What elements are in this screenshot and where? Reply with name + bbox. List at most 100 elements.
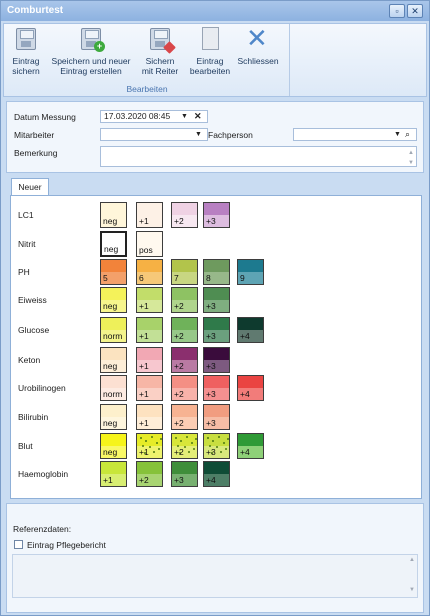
dropdown-arrow-icon[interactable]: ▼ (181, 111, 188, 122)
swatch-label: 9 (240, 273, 245, 283)
swatch-label: +1 (139, 361, 149, 371)
swatch-label: +2 (174, 361, 184, 371)
datum-label: Datum Messung (14, 112, 76, 122)
swatch-label: +4 (206, 475, 216, 485)
color-swatch[interactable]: +1 (136, 433, 163, 459)
scroll-down-icon[interactable]: ▼ (409, 587, 415, 593)
color-swatch[interactable]: 9 (237, 259, 264, 285)
close-x-icon: ✕ (246, 23, 268, 53)
color-swatch[interactable]: +2 (171, 347, 198, 373)
scroll-down-icon[interactable]: ▼ (408, 158, 414, 169)
bemerkung-textarea[interactable]: ▲ ▼ (100, 146, 417, 167)
color-swatch[interactable]: 7 (171, 259, 198, 285)
edit-entry-button[interactable]: Eintrag bearbeiten (186, 26, 234, 76)
color-swatch[interactable]: neg (100, 347, 127, 373)
color-swatch[interactable]: +1 (100, 461, 127, 487)
swatch-label: +1 (139, 389, 149, 399)
tab-neuer[interactable]: Neuer (11, 178, 49, 196)
color-swatch[interactable]: +3 (203, 375, 230, 401)
swatch-label: +1 (139, 418, 149, 428)
color-swatch[interactable]: +2 (171, 375, 198, 401)
color-swatch[interactable]: +1 (136, 317, 163, 343)
color-swatch[interactable]: +3 (171, 461, 198, 487)
clear-icon[interactable]: ✕ (194, 111, 202, 122)
save-entry-label: Eintrag sichern (12, 56, 40, 76)
mitarbeiter-label: Mitarbeiter (14, 130, 55, 140)
color-swatch[interactable]: 8 (203, 259, 230, 285)
ribbon-group-bearbeiten: Eintrag sichern + Speichern und neuer Ei… (4, 24, 290, 96)
color-swatch[interactable]: norm (100, 375, 127, 401)
color-swatch[interactable]: neg (100, 433, 127, 459)
color-swatch[interactable]: +1 (136, 202, 163, 228)
swatch-label: +2 (139, 475, 149, 485)
swatch-label: +2 (174, 216, 184, 226)
color-swatch[interactable]: neg (100, 231, 127, 257)
save-and-new-button[interactable]: + Speichern und neuer Eintrag erstellen (48, 26, 134, 76)
test-row-label: Bilirubin (18, 412, 49, 422)
swatch-label: +3 (206, 331, 216, 341)
test-row-label: Urobilinogen (18, 383, 66, 393)
color-swatch[interactable]: +3 (203, 404, 230, 430)
swatch-label: neg (104, 244, 119, 254)
datum-input[interactable]: 17.03.2020 08:45 ▼ ✕ (100, 110, 208, 123)
swatch-label: pos (139, 245, 153, 255)
color-swatch[interactable]: pos (136, 231, 163, 257)
color-swatch[interactable]: +4 (237, 375, 264, 401)
color-swatch[interactable]: +1 (136, 375, 163, 401)
color-swatch[interactable]: +4 (203, 461, 230, 487)
color-swatch[interactable]: +3 (203, 317, 230, 343)
color-swatch[interactable]: +3 (203, 287, 230, 313)
close-window-button[interactable]: ✕ (407, 4, 423, 18)
fachperson-select[interactable]: ▼ ⌕ (293, 128, 417, 141)
color-swatch[interactable]: +2 (171, 287, 198, 313)
color-swatch[interactable]: +4 (237, 433, 264, 459)
save-entry-button[interactable]: Eintrag sichern (6, 26, 46, 76)
color-swatch[interactable]: +3 (203, 347, 230, 373)
swatch-label: +1 (139, 447, 149, 457)
swatch-label: neg (103, 216, 118, 226)
color-swatch[interactable]: +3 (203, 202, 230, 228)
save-with-tab-label: Sichern mit Reiter (141, 56, 179, 76)
color-swatch[interactable]: +2 (171, 202, 198, 228)
color-swatch[interactable]: +1 (136, 404, 163, 430)
color-swatch[interactable]: +1 (136, 287, 163, 313)
swatch-label: +1 (139, 301, 149, 311)
color-swatch[interactable]: +2 (171, 433, 198, 459)
swatch-label: +1 (139, 216, 149, 226)
swatch-label: norm (103, 389, 123, 399)
color-swatch[interactable]: norm (100, 317, 127, 343)
save-and-new-label: Speichern und neuer Eintrag erstellen (51, 56, 131, 76)
color-swatch[interactable]: neg (100, 404, 127, 430)
title-bar: Comburtest ▫ ✕ (1, 1, 429, 21)
color-swatch[interactable]: +3 (203, 433, 230, 459)
chevron-down-icon[interactable]: ▼ (195, 129, 202, 140)
minimize-button[interactable]: ▫ (389, 4, 405, 18)
color-swatch[interactable]: neg (100, 202, 127, 228)
swatch-label: +3 (206, 216, 216, 226)
swatch-label: +3 (206, 447, 216, 457)
color-swatch[interactable]: 5 (100, 259, 127, 285)
color-swatch[interactable]: +2 (171, 404, 198, 430)
scroll-up-icon[interactable]: ▲ (409, 557, 415, 563)
footer-panel: Referenzdaten: Eintrag Pflegebericht ▲ ▼ (6, 503, 424, 613)
pflegebericht-checkbox[interactable] (14, 540, 23, 549)
color-swatch[interactable]: +2 (171, 317, 198, 343)
chevron-down-icon[interactable]: ▼ (394, 129, 401, 140)
color-swatch[interactable]: +4 (237, 317, 264, 343)
swatch-label: +3 (206, 361, 216, 371)
pflegebericht-textarea[interactable]: ▲ ▼ (12, 554, 418, 598)
color-swatch[interactable]: 6 (136, 259, 163, 285)
window: Comburtest ▫ ✕ Eintrag sichern + Speiche… (0, 0, 430, 616)
ribbon-toolbar: Eintrag sichern + Speichern und neuer Ei… (3, 23, 427, 97)
search-icon[interactable]: ⌕ (405, 129, 410, 140)
close-entry-button[interactable]: ✕ Schliessen (236, 23, 280, 66)
color-swatch[interactable]: +1 (136, 347, 163, 373)
save-with-tab-button[interactable]: Sichern mit Reiter (136, 26, 184, 76)
ribbon-group-label: Bearbeiten (126, 84, 168, 94)
mitarbeiter-select[interactable]: ▼ (100, 128, 208, 141)
color-swatch[interactable]: neg (100, 287, 127, 313)
test-row-label: Keton (18, 355, 41, 365)
datum-value: 17.03.2020 08:45 (104, 111, 171, 121)
color-swatch[interactable]: +2 (136, 461, 163, 487)
test-row-label: Blut (18, 441, 33, 451)
